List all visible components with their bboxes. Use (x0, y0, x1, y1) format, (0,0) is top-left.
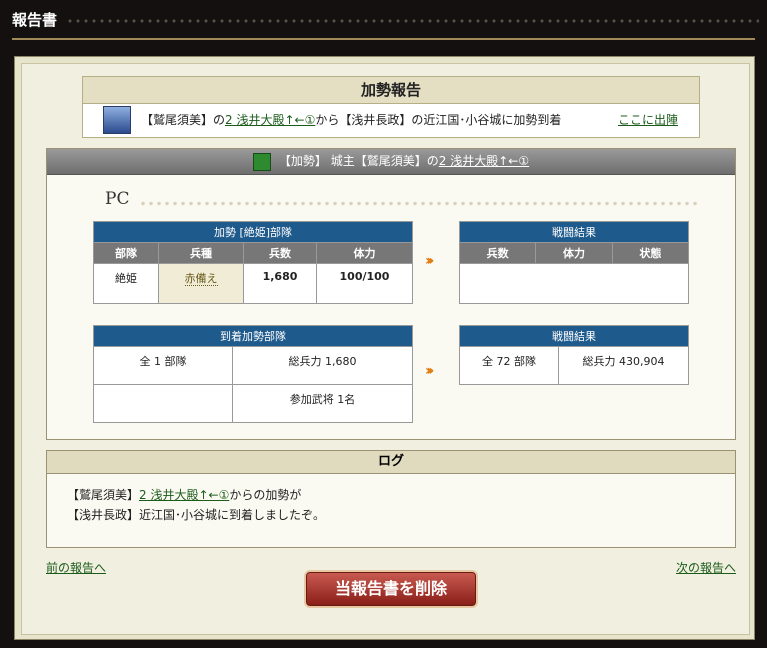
log-line-1: 【鷲尾須美】2 浅井大殿↑←①からの加勢が (67, 485, 325, 505)
pc-divider (139, 201, 699, 206)
arrival-units: 全 1 部隊 (93, 346, 233, 385)
delete-report-button[interactable]: 当報告書を削除 (306, 572, 476, 606)
log-line-2: 【浅井長政】近江国･小谷城に到着しましたぞ。 (67, 508, 326, 522)
result-col-header: 状態 (611, 242, 690, 264)
result-table-2-title: 戦闘結果 (459, 325, 689, 347)
battle-detail-box: 【加勢】 城主【鷲尾須美】の2 浅井大殿↑←① PC 加勢 [絶姫]部隊 部隊 … (46, 148, 736, 440)
battle-heading-lord: 【鷲尾須美】 (354, 154, 427, 168)
log-body: 【鷲尾須美】2 浅井大殿↑←①からの加勢が 【浅井長政】近江国･小谷城に到着しま… (67, 485, 325, 525)
summary-sender: 【鷲尾須美】 (141, 113, 214, 127)
arrow-icon: ››› (425, 363, 435, 379)
arrow-icon: ››› (425, 253, 435, 269)
log-sender: 【鷲尾須美】 (67, 488, 140, 502)
battle-heading: 【加勢】 城主【鷲尾須美】の2 浅井大殿↑←① (47, 149, 735, 175)
title-decoration (66, 19, 759, 23)
report-inner: 加勢報告 【鷲尾須美】の2 浅井大殿↑←①から【浅井長政】の近江国･小谷城に加勢… (21, 63, 750, 635)
summary-tail: の近江国･小谷城に加勢到着 (411, 113, 562, 127)
arrival-empty-cell (93, 384, 233, 423)
unit-col-header: 部隊 (93, 242, 159, 264)
title-bar: 報告書 (0, 0, 767, 38)
pc-label: PC (105, 189, 130, 209)
unit-cell-type-wrap: 赤備え (158, 263, 244, 304)
report-window: 報告書 加勢報告 【鷲尾須美】の2 浅井大殿↑←①から【浅井長政】の近江国･小谷… (0, 0, 767, 648)
unit-col-header: 兵数 (243, 242, 317, 264)
unit-col-header: 兵種 (158, 242, 244, 264)
result-table-1-title: 戦闘結果 (459, 221, 689, 243)
result-units: 全 72 部隊 (459, 346, 559, 385)
prev-report-link[interactable]: 前の報告へ (46, 559, 106, 576)
result-empty-cell (459, 263, 689, 304)
unit-table-title: 加勢 [絶姫]部隊 (93, 221, 413, 243)
summary-lord: 【浅井長政】 (339, 113, 412, 127)
summary-kara: から (315, 113, 340, 127)
summary-heading: 加勢報告 (83, 77, 699, 104)
result-col-header: 兵数 (458, 242, 537, 264)
summary-line: 【鷲尾須美】の2 浅井大殿↑←①から【浅井長政】の近江国･小谷城に加勢到着 ここ… (83, 105, 699, 135)
arrival-table-title: 到着加勢部隊 (93, 325, 413, 347)
unit-cell-name: 絶姫 (93, 263, 159, 304)
next-report-link[interactable]: 次の報告へ (676, 559, 736, 576)
sortie-link[interactable]: ここに出陣 (618, 105, 678, 135)
result-table-1: 戦闘結果 兵数 体力 状態 (458, 221, 690, 304)
battle-heading-no: の (426, 154, 439, 168)
battle-heading-pre: 【加勢】 城主 (278, 154, 355, 168)
summary-player-link[interactable]: 2 浅井大殿↑←① (225, 113, 315, 127)
log-box: ログ 【鷲尾須美】2 浅井大殿↑←①からの加勢が 【浅井長政】近江国･小谷城に到… (46, 450, 736, 548)
report-panel: 加勢報告 【鷲尾須美】の2 浅井大殿↑←①から【浅井長政】の近江国･小谷城に加勢… (14, 56, 755, 640)
unit-cell-hp: 100/100 (316, 263, 413, 304)
result-col-header: 体力 (535, 242, 613, 264)
summary-no: の (213, 113, 226, 127)
unit-cell-type[interactable]: 赤備え (184, 272, 218, 286)
result-total: 総兵力 430,904 (558, 346, 689, 385)
log-player-link[interactable]: 2 浅井大殿↑←① (139, 488, 229, 502)
battle-heading-player-link[interactable]: 2 浅井大殿↑←① (439, 154, 529, 168)
log-heading: ログ (47, 451, 735, 474)
log-line-1-tail: からの加勢が (229, 488, 302, 502)
unit-table: 加勢 [絶姫]部隊 部隊 兵種 兵数 体力 絶姫 赤備え 1,680 100/1… (93, 221, 413, 304)
title-divider (12, 38, 755, 40)
window-title: 報告書 (12, 11, 58, 29)
result-table-2: 戦闘結果 全 72 部隊 総兵力 430,904 (459, 325, 689, 385)
arrival-generals: 参加武将 1名 (232, 384, 413, 423)
unit-col-header: 体力 (316, 242, 413, 264)
unit-cell-count: 1,680 (243, 263, 317, 304)
reinforce-icon (252, 152, 271, 171)
castle-icon (103, 106, 131, 134)
summary-box: 加勢報告 【鷲尾須美】の2 浅井大殿↑←①から【浅井長政】の近江国･小谷城に加勢… (82, 76, 700, 138)
arrival-table: 到着加勢部隊 全 1 部隊 総兵力 1,680 参加武将 1名 (93, 325, 413, 423)
arrival-total: 総兵力 1,680 (232, 346, 413, 385)
